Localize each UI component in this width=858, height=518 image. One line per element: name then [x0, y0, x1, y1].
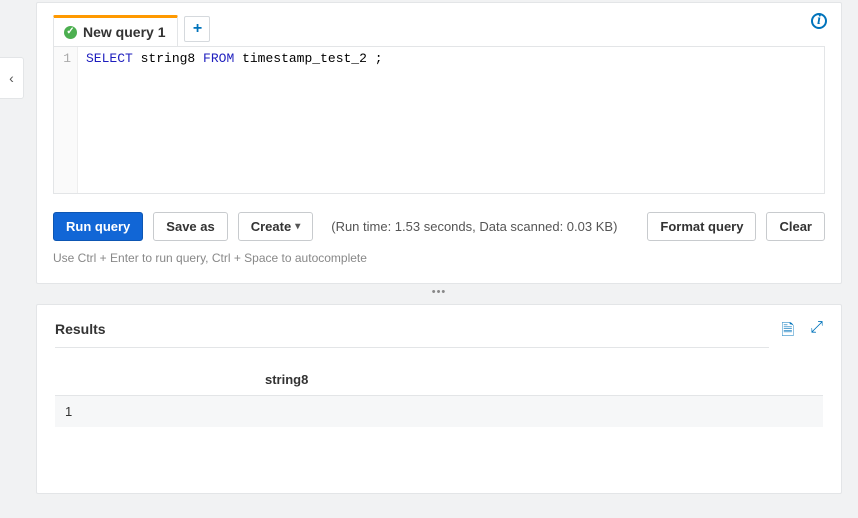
save-as-button[interactable]: Save as [153, 212, 227, 241]
results-header: Results 🗎 ⤢ [55, 319, 823, 350]
sql-tail: ; [367, 51, 383, 66]
panel-resize-handle[interactable]: ••• [36, 284, 842, 298]
table-row: 1 [55, 396, 823, 428]
tab-label: New query 1 [83, 24, 165, 40]
chevron-down-icon: ▾ [295, 221, 300, 232]
query-panel: i ✓ New query 1 + 1 SELECT string8 FROM … [36, 2, 842, 284]
column-name: string8 [141, 51, 196, 66]
editor-code[interactable]: SELECT string8 FROM timestamp_test_2 ; [78, 47, 824, 193]
tab-new-query-1[interactable]: ✓ New query 1 [53, 15, 178, 46]
table-name: timestamp_test_2 [242, 51, 367, 66]
check-icon: ✓ [64, 26, 77, 39]
keyword-select: SELECT [86, 51, 133, 66]
keyword-from: FROM [203, 51, 234, 66]
run-query-button[interactable]: Run query [53, 212, 143, 241]
create-label: Create [251, 219, 291, 234]
cell-string8 [255, 396, 823, 428]
format-query-button[interactable]: Format query [647, 212, 756, 241]
expand-icon[interactable]: ⤢ [810, 319, 823, 346]
add-tab-button[interactable]: + [184, 16, 210, 42]
results-actions: 🗎 ⤢ [781, 319, 823, 350]
sidebar-expand-handle[interactable]: ‹ [0, 57, 24, 99]
clear-button[interactable]: Clear [766, 212, 825, 241]
plus-icon: + [193, 20, 202, 38]
query-toolbar: Run query Save as Create ▾ (Run time: 1.… [53, 212, 825, 241]
run-info-text: (Run time: 1.53 seconds, Data scanned: 0… [331, 219, 617, 234]
line-number: 1 [54, 51, 71, 66]
cell-rownum: 1 [55, 396, 255, 428]
download-icon[interactable]: 🗎 [781, 319, 794, 346]
column-header-string8: string8 [255, 364, 823, 396]
column-header-rownum [55, 364, 255, 396]
table-header-row: string8 [55, 364, 823, 396]
info-icon[interactable]: i [811, 13, 827, 29]
tab-bar: ✓ New query 1 + [53, 15, 825, 46]
editor-gutter: 1 [54, 47, 78, 193]
chevron-left-icon: ‹ [9, 70, 14, 86]
results-title: Results [55, 321, 769, 348]
sql-editor[interactable]: 1 SELECT string8 FROM timestamp_test_2 ; [53, 46, 825, 194]
create-button[interactable]: Create ▾ [238, 212, 314, 241]
results-panel: Results 🗎 ⤢ string8 1 [36, 304, 842, 494]
results-table: string8 1 [55, 364, 823, 427]
keyboard-hint: Use Ctrl + Enter to run query, Ctrl + Sp… [53, 251, 825, 265]
